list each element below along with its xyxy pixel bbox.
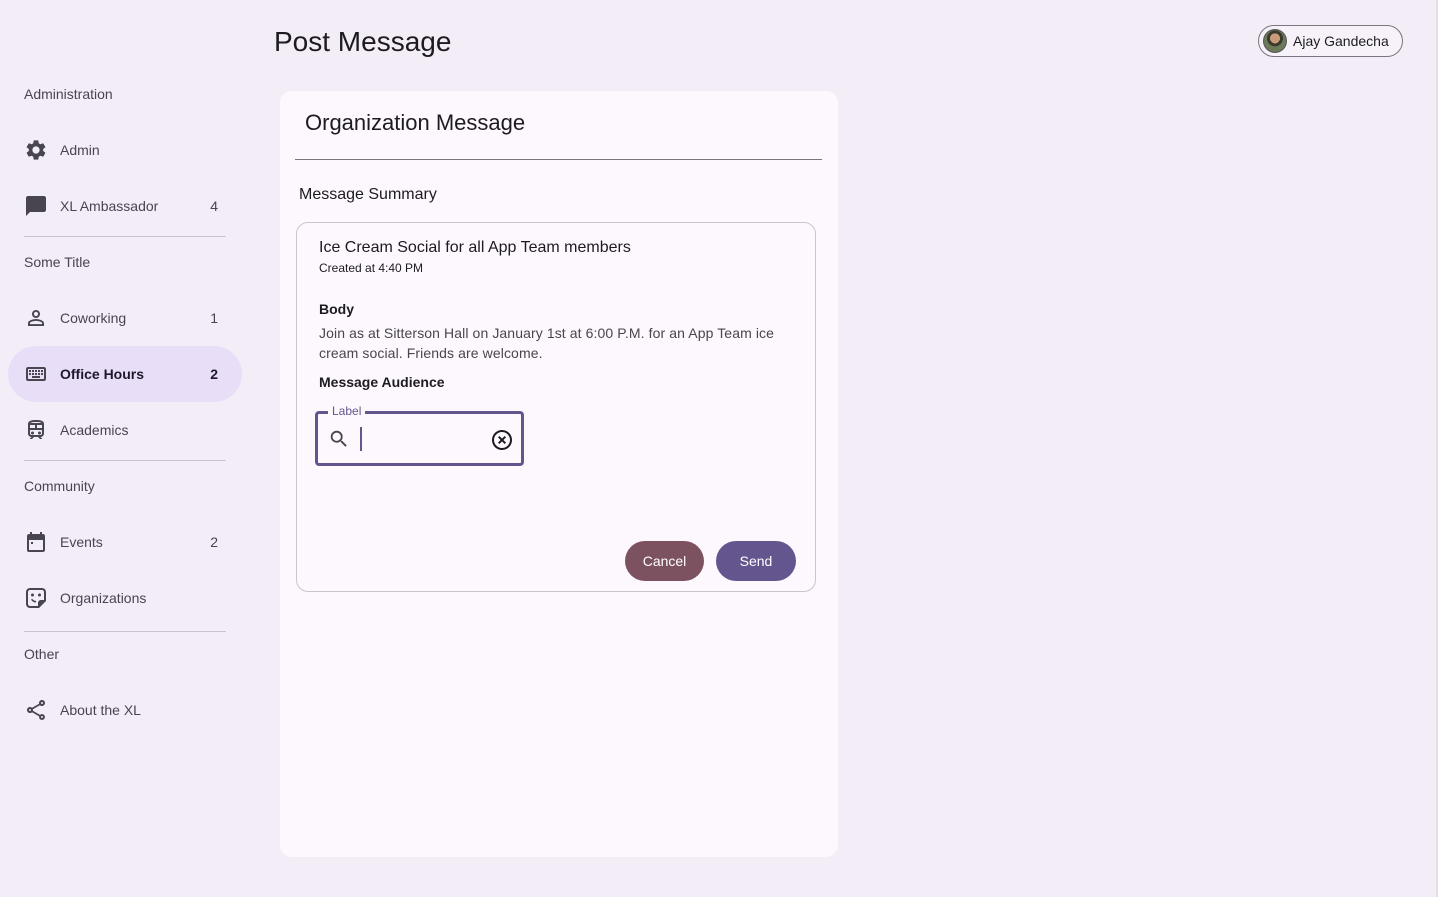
sidebar-item-coworking[interactable]: Coworking 1 — [8, 290, 242, 346]
sidebar-item-badge: 1 — [210, 310, 218, 326]
organization-message-card: Organization Message Message Summary Ice… — [280, 91, 838, 857]
sidebar: Administration Admin XL Ambassador 4 Som… — [0, 0, 250, 897]
section-title-other: Other — [24, 646, 60, 662]
page-title: Post Message — [274, 26, 452, 57]
gear-icon — [24, 138, 48, 162]
summary-title: Message Summary — [299, 186, 437, 203]
sidebar-item-office-hours[interactable]: Office Hours 2 — [8, 346, 242, 402]
audience-search-input[interactable] — [360, 427, 480, 451]
sidebar-divider — [24, 236, 226, 237]
profile-name: Ajay Gandecha — [1293, 33, 1389, 49]
sidebar-item-xl-ambassador[interactable]: XL Ambassador 4 — [8, 178, 242, 234]
section-title-community: Community — [24, 478, 95, 494]
sidebar-item-organizations[interactable]: Organizations — [8, 570, 242, 626]
sidebar-item-badge: 2 — [210, 534, 218, 550]
body-heading: Body — [319, 301, 354, 317]
sidebar-item-label: Office Hours — [60, 366, 145, 382]
card-title: Organization Message — [305, 110, 526, 135]
app-root: Administration Admin XL Ambassador 4 Som… — [0, 0, 1438, 897]
audience-field-label: Label — [328, 404, 366, 418]
message-summary-box: Ice Cream Social for all App Team member… — [296, 222, 816, 592]
sidebar-item-badge: 4 — [210, 198, 218, 214]
sidebar-divider — [24, 631, 226, 632]
person-icon — [24, 306, 48, 330]
sticker-icon — [24, 586, 48, 610]
send-button[interactable]: Send — [716, 541, 796, 581]
sidebar-item-academics[interactable]: Academics — [8, 402, 242, 458]
bus-icon — [24, 418, 48, 442]
cancel-button[interactable]: Cancel — [625, 541, 704, 581]
sidebar-divider — [24, 460, 226, 461]
body-text: Join as at Sitterson Hall on January 1st… — [319, 325, 775, 361]
sidebar-item-about-the-xl[interactable]: About the XL — [8, 682, 242, 738]
sidebar-item-events[interactable]: Events 2 — [8, 514, 242, 570]
message-title: Ice Cream Social for all App Team member… — [319, 239, 631, 256]
avatar — [1263, 29, 1287, 53]
audience-heading: Message Audience — [319, 374, 445, 390]
card-divider — [295, 159, 822, 160]
sidebar-item-label: Admin — [60, 142, 100, 158]
sidebar-item-label: Events — [60, 534, 103, 550]
audience-search-field[interactable]: Label — [315, 404, 524, 466]
message-created-time: Created at 4:40 PM — [319, 261, 424, 275]
clear-icon[interactable] — [490, 428, 514, 452]
chat-icon — [24, 194, 48, 218]
sidebar-item-label: Organizations — [60, 590, 147, 606]
section-title-administration: Administration — [24, 86, 113, 102]
sidebar-item-admin[interactable]: Admin — [8, 122, 242, 178]
share-icon — [24, 698, 48, 722]
sidebar-item-label: Coworking — [60, 310, 127, 326]
section-title-some-title: Some Title — [24, 254, 91, 270]
profile-chip[interactable]: Ajay Gandecha — [1258, 25, 1403, 57]
keyboard-icon — [24, 362, 48, 386]
sidebar-item-label: About the XL — [60, 702, 141, 718]
calendar-icon — [24, 530, 48, 554]
sidebar-item-label: XL Ambassador — [60, 198, 159, 214]
sidebar-item-badge: 2 — [210, 366, 218, 382]
sidebar-item-label: Academics — [60, 422, 129, 438]
search-icon — [328, 428, 350, 450]
